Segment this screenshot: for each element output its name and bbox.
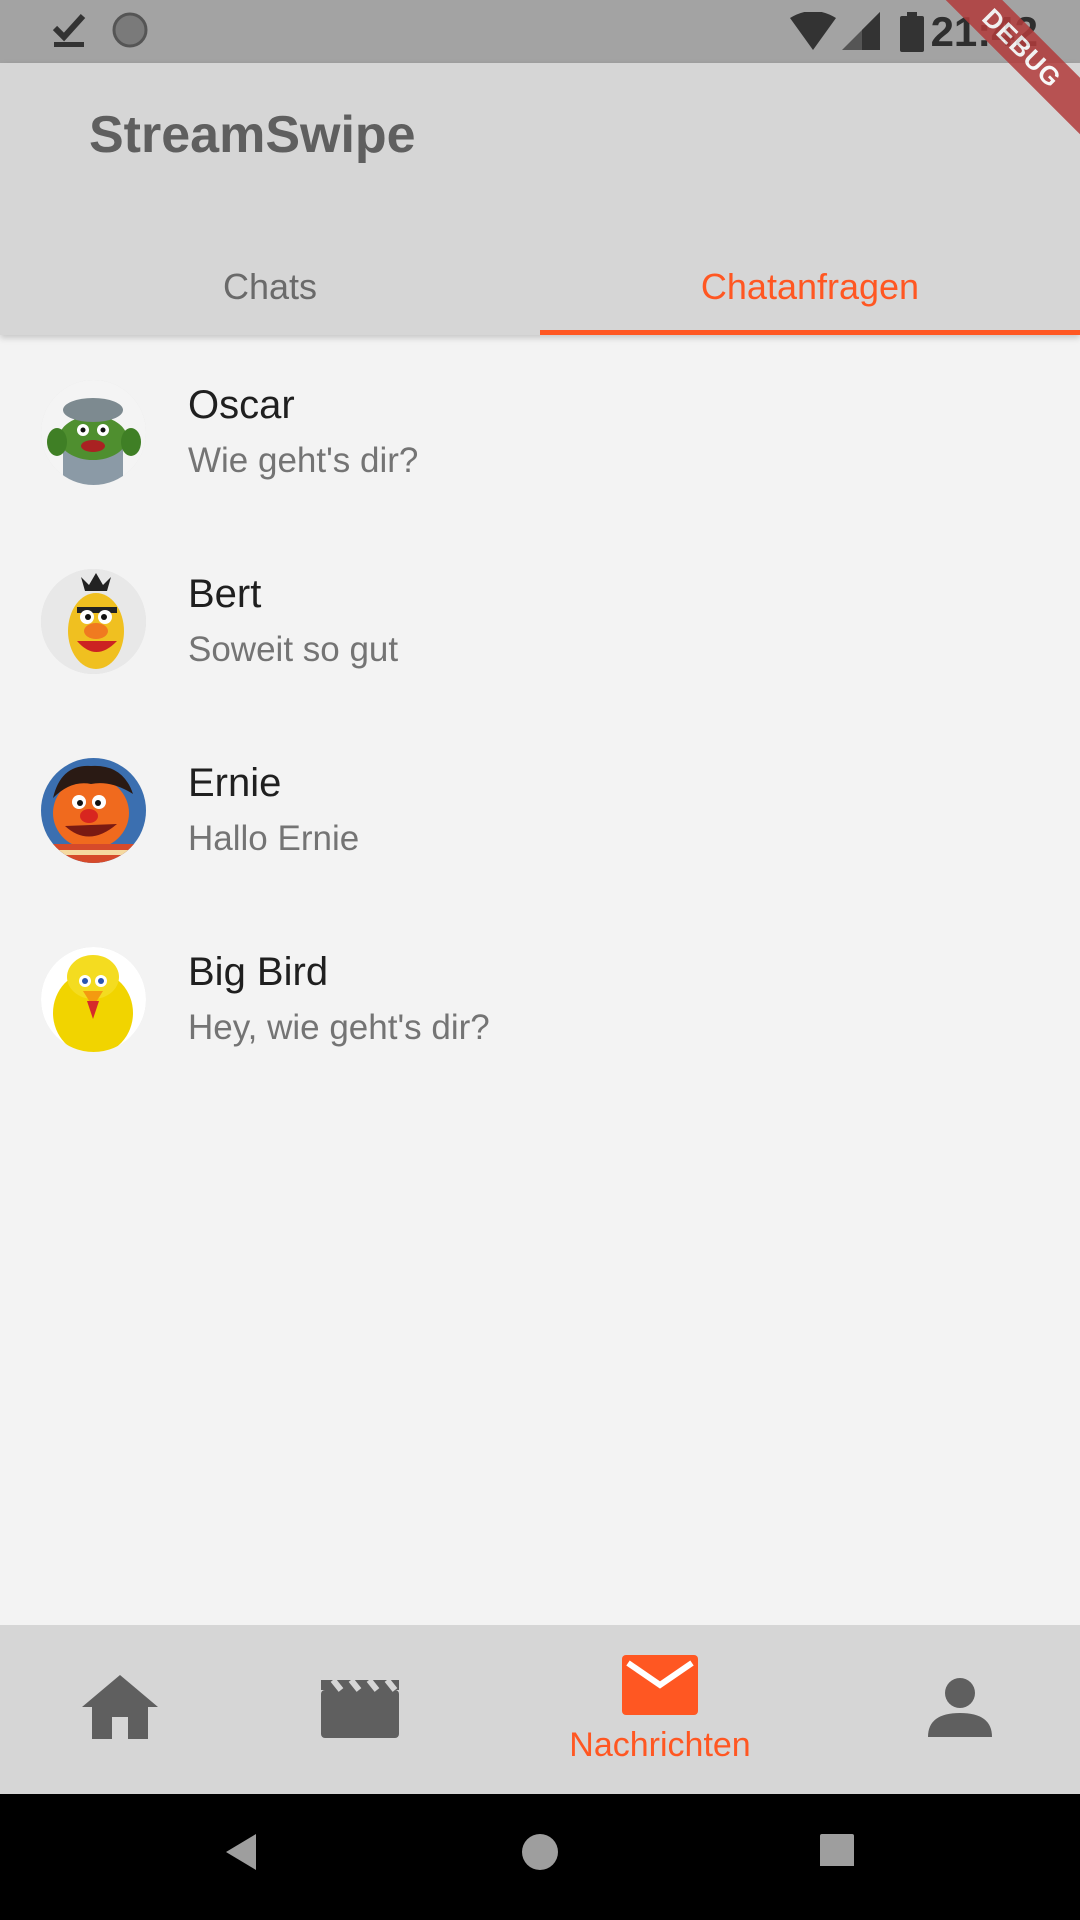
- screen: 21:42 DEBUG StreamSwipe Chats Chatanfrag…: [0, 0, 1080, 1920]
- chat-message: Soweit so gut: [188, 630, 399, 669]
- download-done-icon: [52, 10, 86, 55]
- chat-name: Oscar: [188, 383, 295, 427]
- chat-name: Ernie: [188, 761, 282, 805]
- recents-icon[interactable]: [820, 1832, 854, 1871]
- tab-bar: Chats Chatanfragen: [0, 239, 1080, 335]
- person-icon: [928, 1677, 992, 1742]
- big-bird-avatar: [41, 947, 146, 1052]
- chat-name: Bert: [188, 572, 262, 616]
- app-bar: StreamSwipe Chats Chatanfragen: [0, 63, 1080, 335]
- home-icon: [82, 1675, 158, 1744]
- nav-profile[interactable]: [900, 1625, 1020, 1794]
- back-icon[interactable]: [224, 1832, 258, 1877]
- chat-item-oscar[interactable]: Oscar Wie geht's dir?: [0, 335, 1080, 524]
- wifi-icon: [790, 11, 836, 57]
- movie-icon: [321, 1676, 399, 1743]
- signal-icon: [842, 12, 880, 57]
- chat-item-ernie[interactable]: Ernie Hallo Ernie: [0, 713, 1080, 902]
- nav-label: Nachrichten: [569, 1725, 751, 1764]
- chat-item-bert[interactable]: Bert Soweit so gut: [0, 524, 1080, 713]
- chat-message: Hallo Ernie: [188, 819, 360, 858]
- sync-icon: [110, 10, 150, 55]
- chat-message: Hey, wie geht's dir?: [188, 1008, 490, 1047]
- bert-avatar: [41, 569, 146, 674]
- home-circle-icon[interactable]: [520, 1832, 560, 1877]
- battery-icon: [900, 12, 924, 57]
- oscar-avatar: [41, 380, 146, 485]
- bottom-navigation: Nachrichten: [0, 1625, 1080, 1794]
- chat-item-big-bird[interactable]: Big Bird Hey, wie geht's dir?: [0, 902, 1080, 1091]
- system-navigation-bar: [0, 1794, 1080, 1920]
- chat-message: Wie geht's dir?: [188, 441, 419, 480]
- nav-movies[interactable]: [300, 1625, 420, 1794]
- app-title: StreamSwipe: [89, 106, 416, 164]
- status-bar: 21:42: [0, 0, 1080, 63]
- tab-chats[interactable]: Chats: [0, 239, 540, 335]
- mail-icon: [622, 1654, 698, 1720]
- chat-name: Big Bird: [188, 950, 329, 994]
- chat-list: Oscar Wie geht's dir? Bert Soweit so gut: [0, 335, 1080, 1091]
- nav-nachrichten[interactable]: Nachrichten: [540, 1625, 780, 1794]
- nav-home[interactable]: [60, 1625, 180, 1794]
- ernie-avatar: [41, 758, 146, 863]
- tab-chatanfragen[interactable]: Chatanfragen: [540, 239, 1080, 335]
